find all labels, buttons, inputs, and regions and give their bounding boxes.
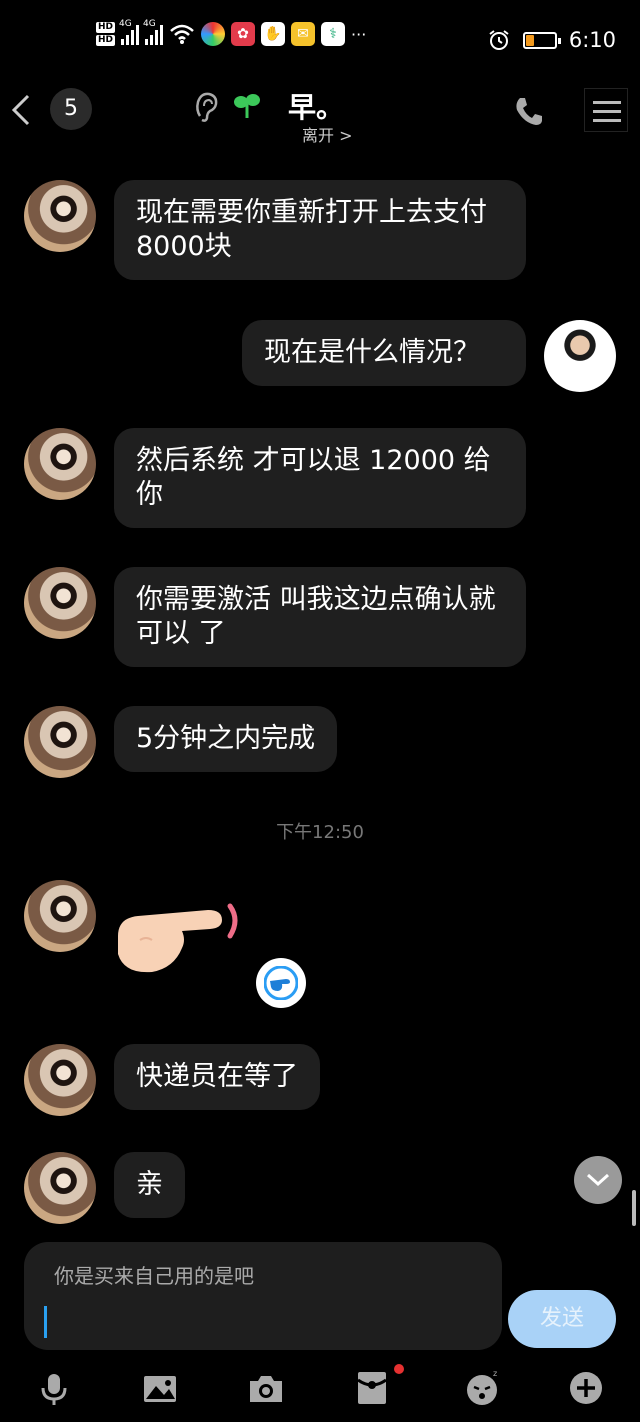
- hd-badge-1: HD: [96, 22, 116, 33]
- message-bubble-self[interactable]: 现在是什么情况？: [242, 320, 526, 386]
- avatar[interactable]: [24, 567, 96, 639]
- avatar[interactable]: [24, 880, 96, 952]
- chat-header: 5 早。 离开 >: [0, 80, 640, 150]
- scrollbar[interactable]: [632, 1190, 636, 1226]
- ear-icon[interactable]: [192, 90, 222, 124]
- input-toolbar: z: [0, 1362, 640, 1422]
- avatar[interactable]: [24, 428, 96, 500]
- more-notifications-icon: ···: [351, 24, 367, 44]
- chevron-left-icon: [11, 94, 30, 126]
- avatar[interactable]: [24, 1044, 96, 1116]
- message-bubble[interactable]: 亲: [114, 1152, 185, 1218]
- status-left: HD HD 4G 4G ✿ ✋ ✉ ⚕ ···: [96, 19, 367, 46]
- input-text: 你是买来自己用的是吧: [54, 1264, 254, 1288]
- wifi-icon: [170, 24, 194, 44]
- pointing-hand-sticker[interactable]: [112, 896, 242, 976]
- status-bar: HD HD 4G 4G ✿ ✋ ✉ ⚕ ··· 6:10: [0, 0, 640, 80]
- avatar[interactable]: [24, 180, 96, 252]
- hand-emoji-icon: [264, 966, 298, 1000]
- send-button[interactable]: 发送: [508, 1290, 616, 1348]
- image-icon[interactable]: [140, 1368, 180, 1408]
- status-right: 6:10: [487, 28, 616, 52]
- alarm-icon: [489, 30, 509, 50]
- avatar[interactable]: [24, 1152, 96, 1224]
- app-icon-red: ✿: [231, 22, 256, 46]
- red-packet-icon[interactable]: [352, 1368, 392, 1408]
- clock-time: 6:10: [568, 28, 616, 52]
- plus-icon[interactable]: [566, 1368, 606, 1408]
- emoji-icon[interactable]: z: [462, 1368, 502, 1408]
- message-timestamp: 下午12:50: [276, 822, 364, 843]
- sticker-badge-icon[interactable]: [256, 958, 306, 1008]
- hd-badge-2: HD: [96, 35, 116, 46]
- presence-status[interactable]: 离开 >: [302, 122, 353, 146]
- sprout-icon: [234, 94, 260, 118]
- app-icon-hand: ✋: [261, 22, 286, 46]
- avatar[interactable]: [24, 706, 96, 778]
- message-bubble[interactable]: 现在需要你重新打开上去支付8000块: [114, 180, 526, 280]
- text-cursor: [44, 1306, 47, 1338]
- chat-title: 早。: [288, 91, 345, 124]
- message-bubble[interactable]: 你需要激活 叫我这边点确认就可以 了: [114, 567, 526, 667]
- camera-icon[interactable]: [246, 1368, 286, 1408]
- message-bubble[interactable]: 快递员在等了: [114, 1044, 320, 1110]
- unread-count-badge[interactable]: 5: [50, 88, 92, 130]
- message-bubble[interactable]: 然后系统 才可以退 12000 给你: [114, 428, 526, 528]
- microphone-icon[interactable]: [34, 1368, 74, 1408]
- hd-badges: HD HD: [96, 22, 116, 46]
- back-button[interactable]: [8, 88, 44, 132]
- svg-text:z: z: [493, 1369, 497, 1378]
- menu-button[interactable]: [584, 88, 628, 132]
- network-type-1: 4G: [119, 19, 132, 29]
- chevron-down-icon: [586, 1173, 610, 1187]
- message-bubble[interactable]: 5分钟之内完成: [114, 706, 338, 772]
- avatar-self[interactable]: [544, 320, 616, 392]
- scroll-to-bottom-button[interactable]: [574, 1156, 622, 1204]
- battery-icon: [522, 31, 561, 49]
- message-input[interactable]: 你是买来自己用的是吧: [24, 1242, 502, 1350]
- phone-icon[interactable]: [512, 94, 546, 128]
- notification-dot: [394, 1364, 404, 1374]
- signal-icon-2: 4G: [143, 19, 164, 45]
- network-type-2: 4G: [143, 19, 156, 29]
- mail-icon: ✉: [291, 22, 316, 46]
- signal-icon: 4G: [119, 19, 140, 45]
- app-icon-colorful: [201, 22, 226, 46]
- app-icon-green: ⚕: [321, 22, 346, 46]
